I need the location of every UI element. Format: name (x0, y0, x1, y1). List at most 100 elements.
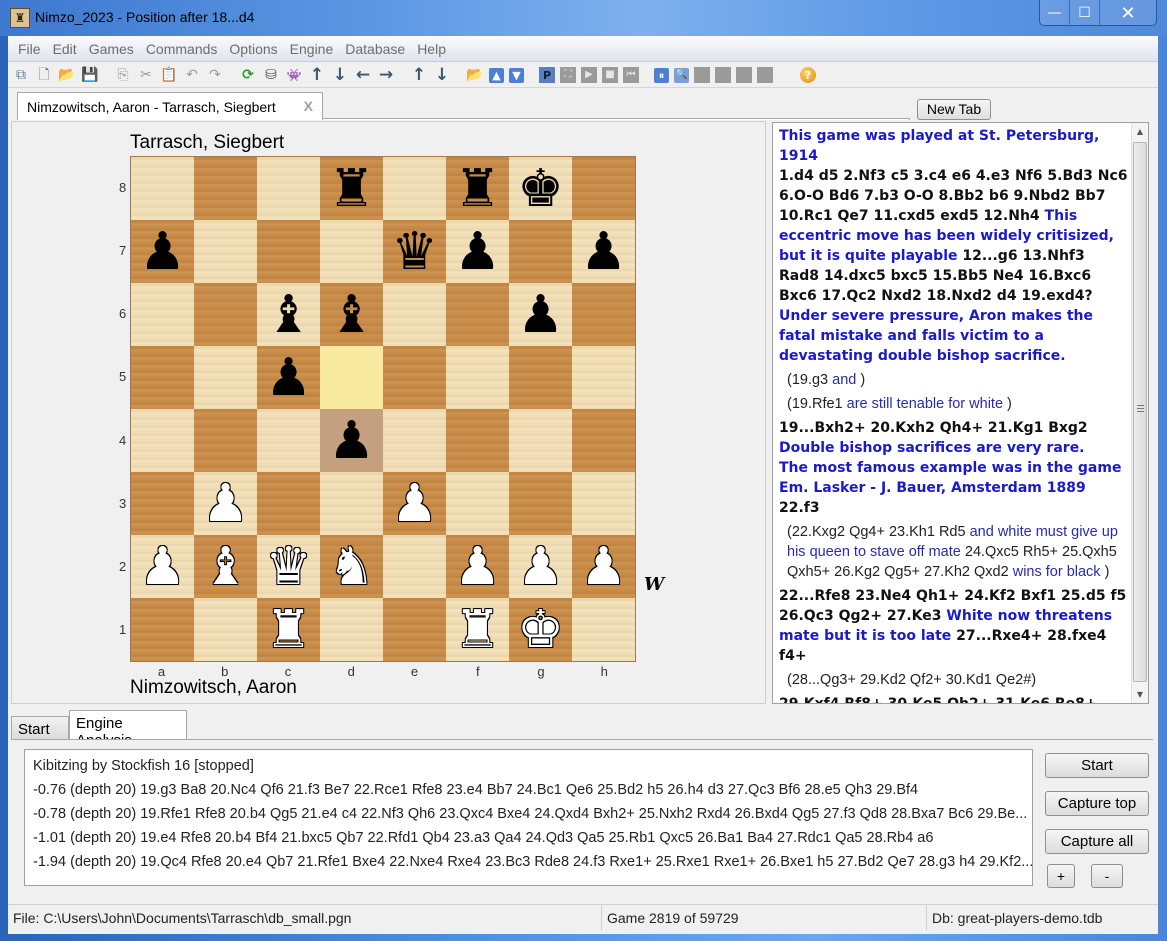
square-f1[interactable]: ♜ (446, 598, 509, 661)
square-d5[interactable] (320, 346, 383, 409)
notation-panel[interactable]: This game was played at St. Petersburg, … (772, 122, 1149, 704)
square-a4[interactable] (131, 409, 194, 472)
square-b8[interactable] (194, 157, 257, 220)
white-pawn-icon[interactable]: ♟ (580, 541, 627, 593)
square-g5[interactable] (509, 346, 572, 409)
square-h8[interactable] (572, 157, 635, 220)
square-g3[interactable] (509, 472, 572, 535)
move-text[interactable]: 29.Kxf4 Rf8+ 30.Ke5 Qh2+ 31.Ke6 Re8+ 32.… (779, 696, 1097, 703)
variation-move[interactable]: ) (860, 372, 865, 388)
white-knight-icon[interactable]: ♞ (328, 541, 375, 593)
black-rook-icon[interactable]: ♜ (454, 163, 501, 215)
new-tab-button[interactable]: New Tab (917, 99, 991, 120)
square-g1[interactable]: ♚ (509, 598, 572, 661)
square-f3[interactable] (446, 472, 509, 535)
square-h2[interactable]: ♟ (572, 535, 635, 598)
square-a7[interactable]: ♟ (131, 220, 194, 283)
black-pawn-icon[interactable]: ♟ (139, 226, 186, 278)
square-c8[interactable] (257, 157, 320, 220)
square-b3[interactable]: ♟ (194, 472, 257, 535)
square-e4[interactable] (383, 409, 446, 472)
white-pawn-icon[interactable]: ♟ (454, 541, 501, 593)
menu-engine[interactable]: Engine (284, 41, 340, 57)
square-d8[interactable]: ♜ (320, 157, 383, 220)
flip-board-icon[interactable]: ⟳ (239, 66, 257, 84)
menu-commands[interactable]: Commands (140, 41, 224, 57)
help-icon[interactable]: ? (800, 67, 816, 83)
open-folder-icon[interactable]: 📂 (58, 66, 76, 84)
square-b5[interactable] (194, 346, 257, 409)
square-h5[interactable] (572, 346, 635, 409)
black-rook-icon[interactable]: ♜ (328, 163, 375, 215)
menu-edit[interactable]: Edit (47, 41, 83, 57)
square-h6[interactable] (572, 283, 635, 346)
white-pawn-icon[interactable]: ♟ (202, 478, 249, 530)
close-button[interactable]: ✕ (1100, 0, 1156, 26)
square-d1[interactable] (320, 598, 383, 661)
game-tab[interactable]: Nimzowitsch, Aaron - Tarrasch, Siegbert … (17, 92, 323, 120)
disabled-icon-2[interactable] (715, 67, 731, 83)
arrow-right-icon[interactable]: → (377, 66, 395, 84)
variation-move[interactable]: (19.Rfe1 (787, 396, 847, 412)
square-a3[interactable] (131, 472, 194, 535)
square-g6[interactable]: ♟ (509, 283, 572, 346)
black-pawn-icon[interactable]: ♟ (328, 415, 375, 467)
black-pawn-icon[interactable]: ♟ (454, 226, 501, 278)
arrow-down-icon[interactable]: ↓ (331, 66, 349, 84)
scroll-up-arrow-icon[interactable]: ▲ (1132, 123, 1148, 140)
square-e6[interactable] (383, 283, 446, 346)
play-icon[interactable]: ▶ (581, 67, 597, 83)
menu-database[interactable]: Database (339, 41, 411, 57)
arrow-up-variation-icon[interactable]: ↑ (410, 66, 428, 84)
menu-file[interactable]: File (12, 41, 47, 57)
capture-top-button[interactable]: Capture top (1045, 791, 1149, 816)
square-a1[interactable] (131, 598, 194, 661)
decrease-lines-button[interactable]: - (1091, 864, 1123, 888)
square-f8[interactable]: ♜ (446, 157, 509, 220)
chess-board[interactable]: ♜ ♜ ♚ ♟ ♛ ♟ ♟ ♝ ♝ ♟ ♟ ♟ ♟ ♟ ♟ ♝ ♛ ♞ ♟ ♟ ♟ ♜ ♜ ♚ (130, 156, 636, 662)
square-a6[interactable] (131, 283, 194, 346)
square-b1[interactable] (194, 598, 257, 661)
square-f4[interactable] (446, 409, 509, 472)
variation-move[interactable]: ) (1105, 564, 1110, 580)
move-text[interactable]: 19...Bxh2+ 20.Kxh2 Qh4+ 21.Kg1 Bxg2 (779, 420, 1088, 436)
tab-close-icon[interactable]: X (304, 98, 313, 114)
square-g2[interactable]: ♟ (509, 535, 572, 598)
paste-icon[interactable]: 📋 (160, 66, 178, 84)
square-f7[interactable]: ♟ (446, 220, 509, 283)
square-h7[interactable]: ♟ (572, 220, 635, 283)
square-d3[interactable] (320, 472, 383, 535)
square-e7[interactable]: ♛ (383, 220, 446, 283)
mode-icon-2[interactable]: ⛶ (560, 67, 576, 83)
square-f6[interactable] (446, 283, 509, 346)
menu-options[interactable]: Options (223, 41, 283, 57)
stop-icon[interactable]: ■ (602, 67, 618, 83)
increase-lines-button[interactable]: + (1047, 864, 1075, 888)
kibitz-output[interactable]: Kibitzing by Stockfish 16 [stopped] -0.7… (24, 749, 1033, 886)
square-g8[interactable]: ♚ (509, 157, 572, 220)
tab-engine-analysis[interactable]: Engine Analysis (69, 710, 187, 749)
disabled-icon-1[interactable] (694, 67, 710, 83)
mode-icon-5[interactable]: ⏮ (623, 67, 639, 83)
white-bishop-icon[interactable]: ♝ (202, 541, 249, 593)
minimize-button[interactable]: — (1040, 0, 1070, 26)
white-pawn-icon[interactable]: ♟ (139, 541, 186, 593)
square-c7[interactable] (257, 220, 320, 283)
variation-move[interactable]: (28...Qg3+ 29.Kd2 Qf2+ 30.Kd1 Qe2#) (787, 672, 1036, 688)
game-next-icon[interactable]: ▼ (509, 67, 524, 83)
variation-move[interactable]: (19.g3 (787, 372, 832, 388)
white-pawn-icon[interactable]: ♟ (517, 541, 564, 593)
square-c3[interactable] (257, 472, 320, 535)
disabled-icon-4[interactable] (757, 67, 773, 83)
engine-bug-icon[interactable]: 👾 (285, 66, 303, 84)
square-g4[interactable] (509, 409, 572, 472)
square-f5[interactable] (446, 346, 509, 409)
capture-all-button[interactable]: Capture all (1045, 829, 1149, 854)
square-a5[interactable] (131, 346, 194, 409)
white-queen-icon[interactable]: ♛ (265, 541, 312, 593)
maximize-button[interactable]: ☐ (1070, 0, 1100, 26)
black-king-icon[interactable]: ♚ (517, 163, 564, 215)
redo-icon[interactable]: ↷ (206, 66, 224, 84)
variation-move[interactable]: (22.Kxg2 Qg4+ 23.Kh1 Rd5 (787, 524, 970, 540)
engine-start-button[interactable]: Start (1045, 753, 1149, 778)
